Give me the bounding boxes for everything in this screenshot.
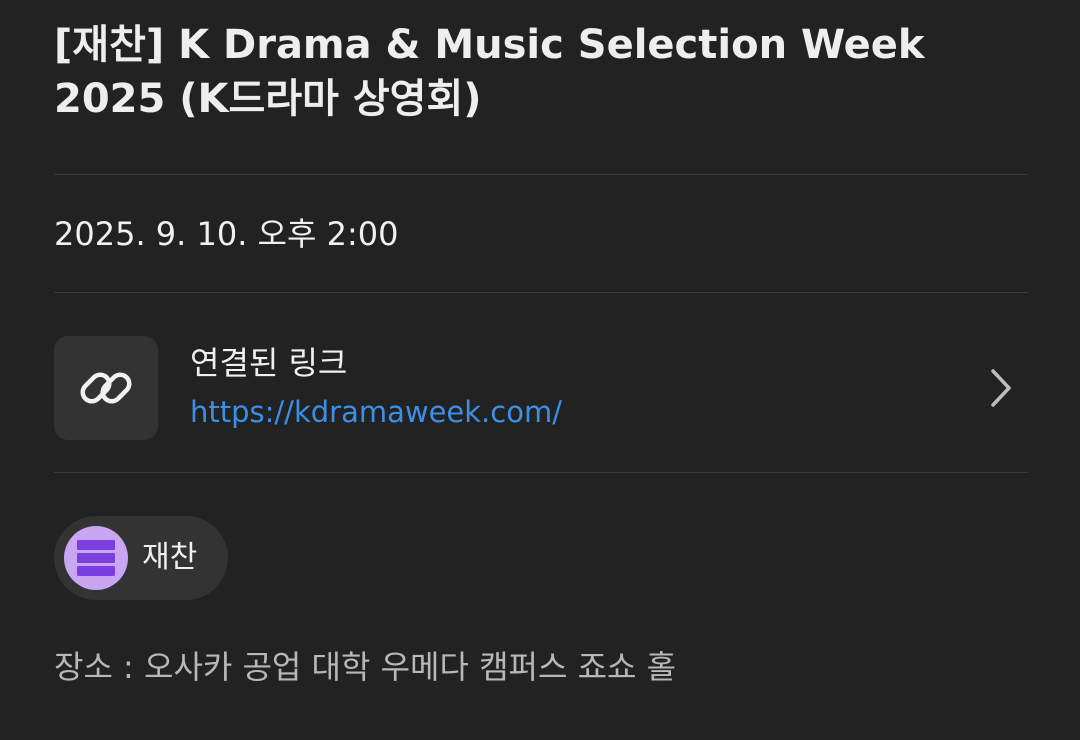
link-label: 연결된 링크 [190,344,348,382]
divider [54,472,1028,473]
calendar-chip-label: 재찬 [142,540,198,575]
event-title: [재찬] K Drama & Music Selection Week 2025… [54,22,925,122]
event-datetime: 2025. 9. 10. 오후 2:00 [54,215,399,253]
calendar-chip[interactable]: 재찬 [54,516,228,600]
link-url[interactable]: https://kdramaweek.com/ [190,392,562,432]
divider [54,174,1028,175]
linked-link-row[interactable]: 연결된 링크 https://kdramaweek.com/ [54,336,1028,440]
link-icon-container [54,336,158,440]
calendar-list-icon [77,540,115,576]
event-venue: 장소 : 오사카 공업 대학 우메다 캠퍼스 죠쇼 홀 [54,648,677,686]
event-detail-page: [재찬] K Drama & Music Selection Week 2025… [0,0,1080,740]
divider [54,292,1028,293]
link-icon [80,372,132,404]
calendar-color-badge [64,526,128,590]
chevron-right-icon [991,369,1011,407]
